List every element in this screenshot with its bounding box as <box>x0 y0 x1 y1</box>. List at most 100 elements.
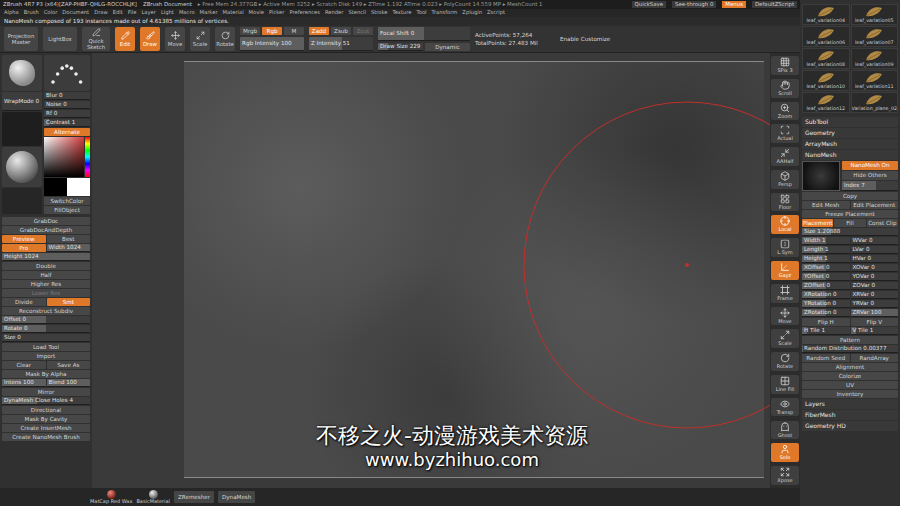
title-button[interactable]: Menus <box>722 1 746 7</box>
menu-item[interactable]: Render <box>325 10 343 16</box>
button[interactable]: Flip H <box>802 318 850 326</box>
menu-item[interactable]: Zplugin <box>462 10 482 16</box>
customize-button[interactable]: Enable Customize <box>560 36 620 42</box>
menu-item[interactable]: Alpha <box>4 10 19 16</box>
slider[interactable]: ZRVar 100 <box>851 309 899 317</box>
slider[interactable]: Rf 0 <box>44 110 90 118</box>
button[interactable]: Inventory <box>802 390 898 398</box>
mode-button[interactable]: Move <box>165 27 185 51</box>
dynamic-button[interactable]: Dynamic <box>425 43 470 51</box>
button[interactable]: RandArray <box>851 354 899 362</box>
alpha-thumbnail[interactable] <box>2 112 42 146</box>
palette-section[interactable]: Geometry <box>802 128 898 138</box>
draw-size-slider[interactable]: Draw Size 229 <box>378 43 423 51</box>
slider[interactable]: Rotate 0 <box>2 325 90 333</box>
color-picker[interactable] <box>44 137 90 177</box>
shelf-button[interactable]: Frame <box>771 284 799 303</box>
button[interactable]: Create InsertMesh <box>2 424 90 432</box>
menu-item[interactable]: Movie <box>249 10 264 16</box>
slider[interactable]: ZOVar 0 <box>851 282 899 290</box>
slider[interactable]: Noise 0 <box>44 101 90 109</box>
shelf-button[interactable]: SPix 3 <box>771 56 799 75</box>
slider[interactable]: Contrast 1 <box>44 119 90 127</box>
menu-item[interactable]: Stroke <box>371 10 388 16</box>
menu-item[interactable]: Light <box>161 10 174 16</box>
tool-thumbnail[interactable]: leaf_variation09 <box>851 48 899 69</box>
mode-button[interactable]: Draw <box>140 27 160 51</box>
button[interactable]: Placement <box>802 219 833 227</box>
button[interactable]: Best <box>47 235 91 243</box>
palette-section[interactable]: Geometry HD <box>802 421 898 431</box>
shelf-button[interactable]: Local <box>771 215 799 234</box>
button[interactable]: Alignment <box>802 363 898 371</box>
slider[interactable]: Random Distribution 0.00377 <box>802 345 898 353</box>
shelf-button[interactable]: Solo <box>771 443 799 462</box>
button[interactable]: Zsub <box>331 27 351 35</box>
button[interactable]: Pro <box>2 244 46 252</box>
shelf-button[interactable]: AAHalf <box>771 147 799 166</box>
menu-item[interactable]: Tool <box>416 10 426 16</box>
slider[interactable]: DynaMesh Close Holes 4 <box>2 397 90 405</box>
button[interactable]: Pattern <box>802 336 898 344</box>
nanomesh-preview[interactable] <box>802 161 840 191</box>
tool-thumbnail[interactable]: leaf_variation12 <box>802 92 850 113</box>
slider[interactable]: Height 1024 <box>2 253 90 261</box>
button[interactable]: Edit Mesh <box>802 201 850 209</box>
button[interactable]: M <box>284 27 304 35</box>
button[interactable]: Create NanoMesh Brush <box>2 433 90 441</box>
shelf-button[interactable]: Xpose <box>771 466 799 485</box>
shelf-button[interactable]: Persp <box>771 170 799 189</box>
shelf-button[interactable]: Actual <box>771 124 799 143</box>
quick-sketch-button[interactable]: Quick Sketch <box>82 27 110 51</box>
button[interactable]: Higher Res <box>2 280 90 288</box>
slider[interactable]: YOVar 0 <box>851 273 899 281</box>
menu-item[interactable]: Texture <box>392 10 411 16</box>
button[interactable]: Zcut <box>353 27 373 35</box>
menu-item[interactable]: Draw <box>94 10 108 16</box>
shelf-button[interactable]: Ghost <box>771 421 799 440</box>
button[interactable]: Edit Placement <box>851 201 899 209</box>
menu-item[interactable]: Picker <box>269 10 284 16</box>
slider[interactable]: Size 1.20888 <box>802 228 898 236</box>
mode-button[interactable]: Rotate <box>215 27 235 51</box>
button[interactable]: NanoMesh On <box>842 161 898 170</box>
stroke-thumbnail[interactable] <box>44 55 90 91</box>
shelf-button[interactable]: Rotate <box>771 352 799 371</box>
button[interactable]: Flip V <box>851 318 899 326</box>
menu-item[interactable]: Preferences <box>289 10 320 16</box>
button[interactable]: Mask By Cavity <box>2 415 90 423</box>
button[interactable]: Preview <box>2 235 46 243</box>
material-thumbnail[interactable] <box>2 147 42 187</box>
palette-section[interactable]: FiberMesh <box>802 410 898 420</box>
button[interactable]: GrabDoc <box>2 217 90 225</box>
slider[interactable]: ZRotation 0 <box>802 309 850 317</box>
button[interactable]: Double <box>2 262 90 270</box>
shelf-button[interactable]: Line Fill <box>771 375 799 394</box>
title-button[interactable]: DefaultZScript <box>752 1 797 7</box>
rgb-intensity-slider[interactable]: Rgb Intensity 100 <box>240 37 304 51</box>
button[interactable]: Smt <box>47 298 91 306</box>
focal-shift-slider[interactable]: Focal Shift 0 <box>378 27 470 41</box>
button[interactable]: Import <box>2 352 90 360</box>
button[interactable]: Zadd <box>309 27 329 35</box>
shelf-button[interactable]: L.Sym <box>771 238 799 257</box>
button[interactable]: Fill <box>834 219 865 227</box>
slider[interactable]: V Tile 1 <box>851 327 899 335</box>
menu-item[interactable]: Macro <box>179 10 195 16</box>
slider[interactable]: Height 1 <box>802 255 850 263</box>
slider[interactable]: Blend 100 <box>47 379 91 387</box>
button[interactable]: Save As <box>47 361 91 369</box>
mode-button[interactable]: Edit <box>115 27 135 51</box>
tool-thumbnail[interactable]: leaf_variation07 <box>851 26 899 47</box>
palette-section[interactable]: ArrayMesh <box>802 139 898 149</box>
slider[interactable]: YRotation 0 <box>802 300 850 308</box>
shelf-button[interactable]: Floor <box>771 193 799 212</box>
button[interactable]: Mirror <box>2 388 90 396</box>
button[interactable]: Reconstruct Subdiv <box>2 307 90 315</box>
tool-thumbnail[interactable]: leaf_variation04 <box>802 4 850 25</box>
slider[interactable]: Offset 0 <box>2 316 90 324</box>
button[interactable]: Copy <box>802 192 898 200</box>
title-button[interactable]: QuickSave <box>632 1 666 7</box>
shelf-button[interactable]: Scale <box>771 329 799 348</box>
button[interactable]: Const Clip <box>867 219 898 227</box>
